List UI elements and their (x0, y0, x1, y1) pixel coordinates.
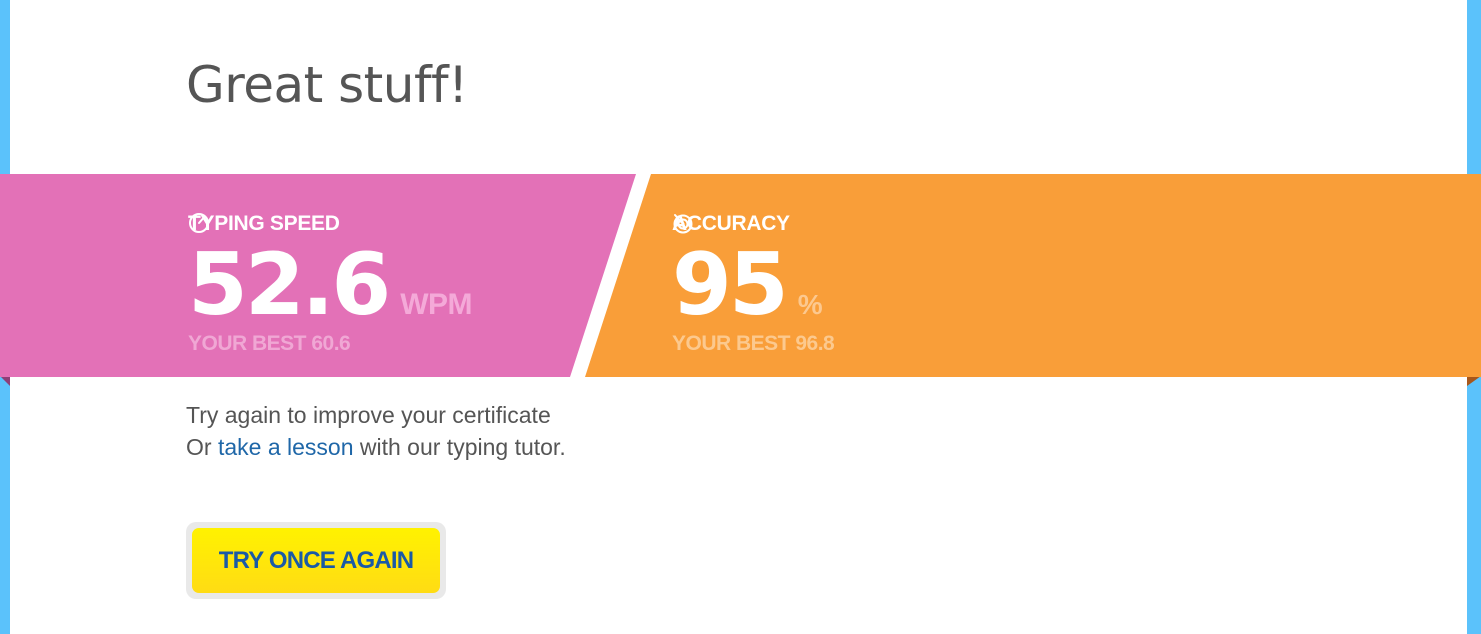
accuracy-value-row: 95 % (672, 235, 823, 335)
try-once-again-button[interactable]: TRY ONCE AGAIN (192, 528, 440, 593)
message-line-1: Try again to improve your certificate (186, 402, 551, 428)
message-line-2-suffix: with our typing tutor. (353, 434, 566, 460)
typing-speed-best: YOUR BEST 60.6 (188, 332, 351, 355)
accuracy-unit: % (797, 289, 823, 320)
results-screen: Great stuff! TYPING SPEED 52.6 WPM YOUR … (0, 0, 1481, 634)
results-banner: TYPING SPEED 52.6 WPM YOUR BEST 60.6 ACC… (0, 174, 1481, 377)
accuracy-heading: ACCURACY (672, 212, 790, 236)
accuracy-value: 95 (672, 235, 789, 335)
page-title: Great stuff! (186, 56, 468, 114)
stopwatch-icon (189, 213, 209, 233)
result-message: Try again to improve your certificate Or… (186, 399, 566, 463)
message-line-2-prefix: Or (186, 434, 218, 460)
message-line-2: Or take a lesson with our typing tutor. (186, 431, 566, 463)
accuracy-best: YOUR BEST 96.8 (672, 332, 835, 355)
try-again-button-frame: TRY ONCE AGAIN (186, 522, 446, 599)
typing-speed-unit: WPM (400, 288, 473, 321)
typing-speed-label: TYPING SPEED (188, 212, 340, 235)
ribbon-fold-left (0, 376, 10, 386)
typing-speed-value: 52.6 (188, 235, 391, 335)
take-a-lesson-link[interactable]: take a lesson (218, 434, 354, 460)
target-icon (673, 214, 693, 234)
typing-speed-value-row: 52.6 WPM (188, 235, 473, 335)
ribbon-fold-right (1467, 376, 1481, 386)
typing-speed-heading: TYPING SPEED (188, 212, 340, 236)
